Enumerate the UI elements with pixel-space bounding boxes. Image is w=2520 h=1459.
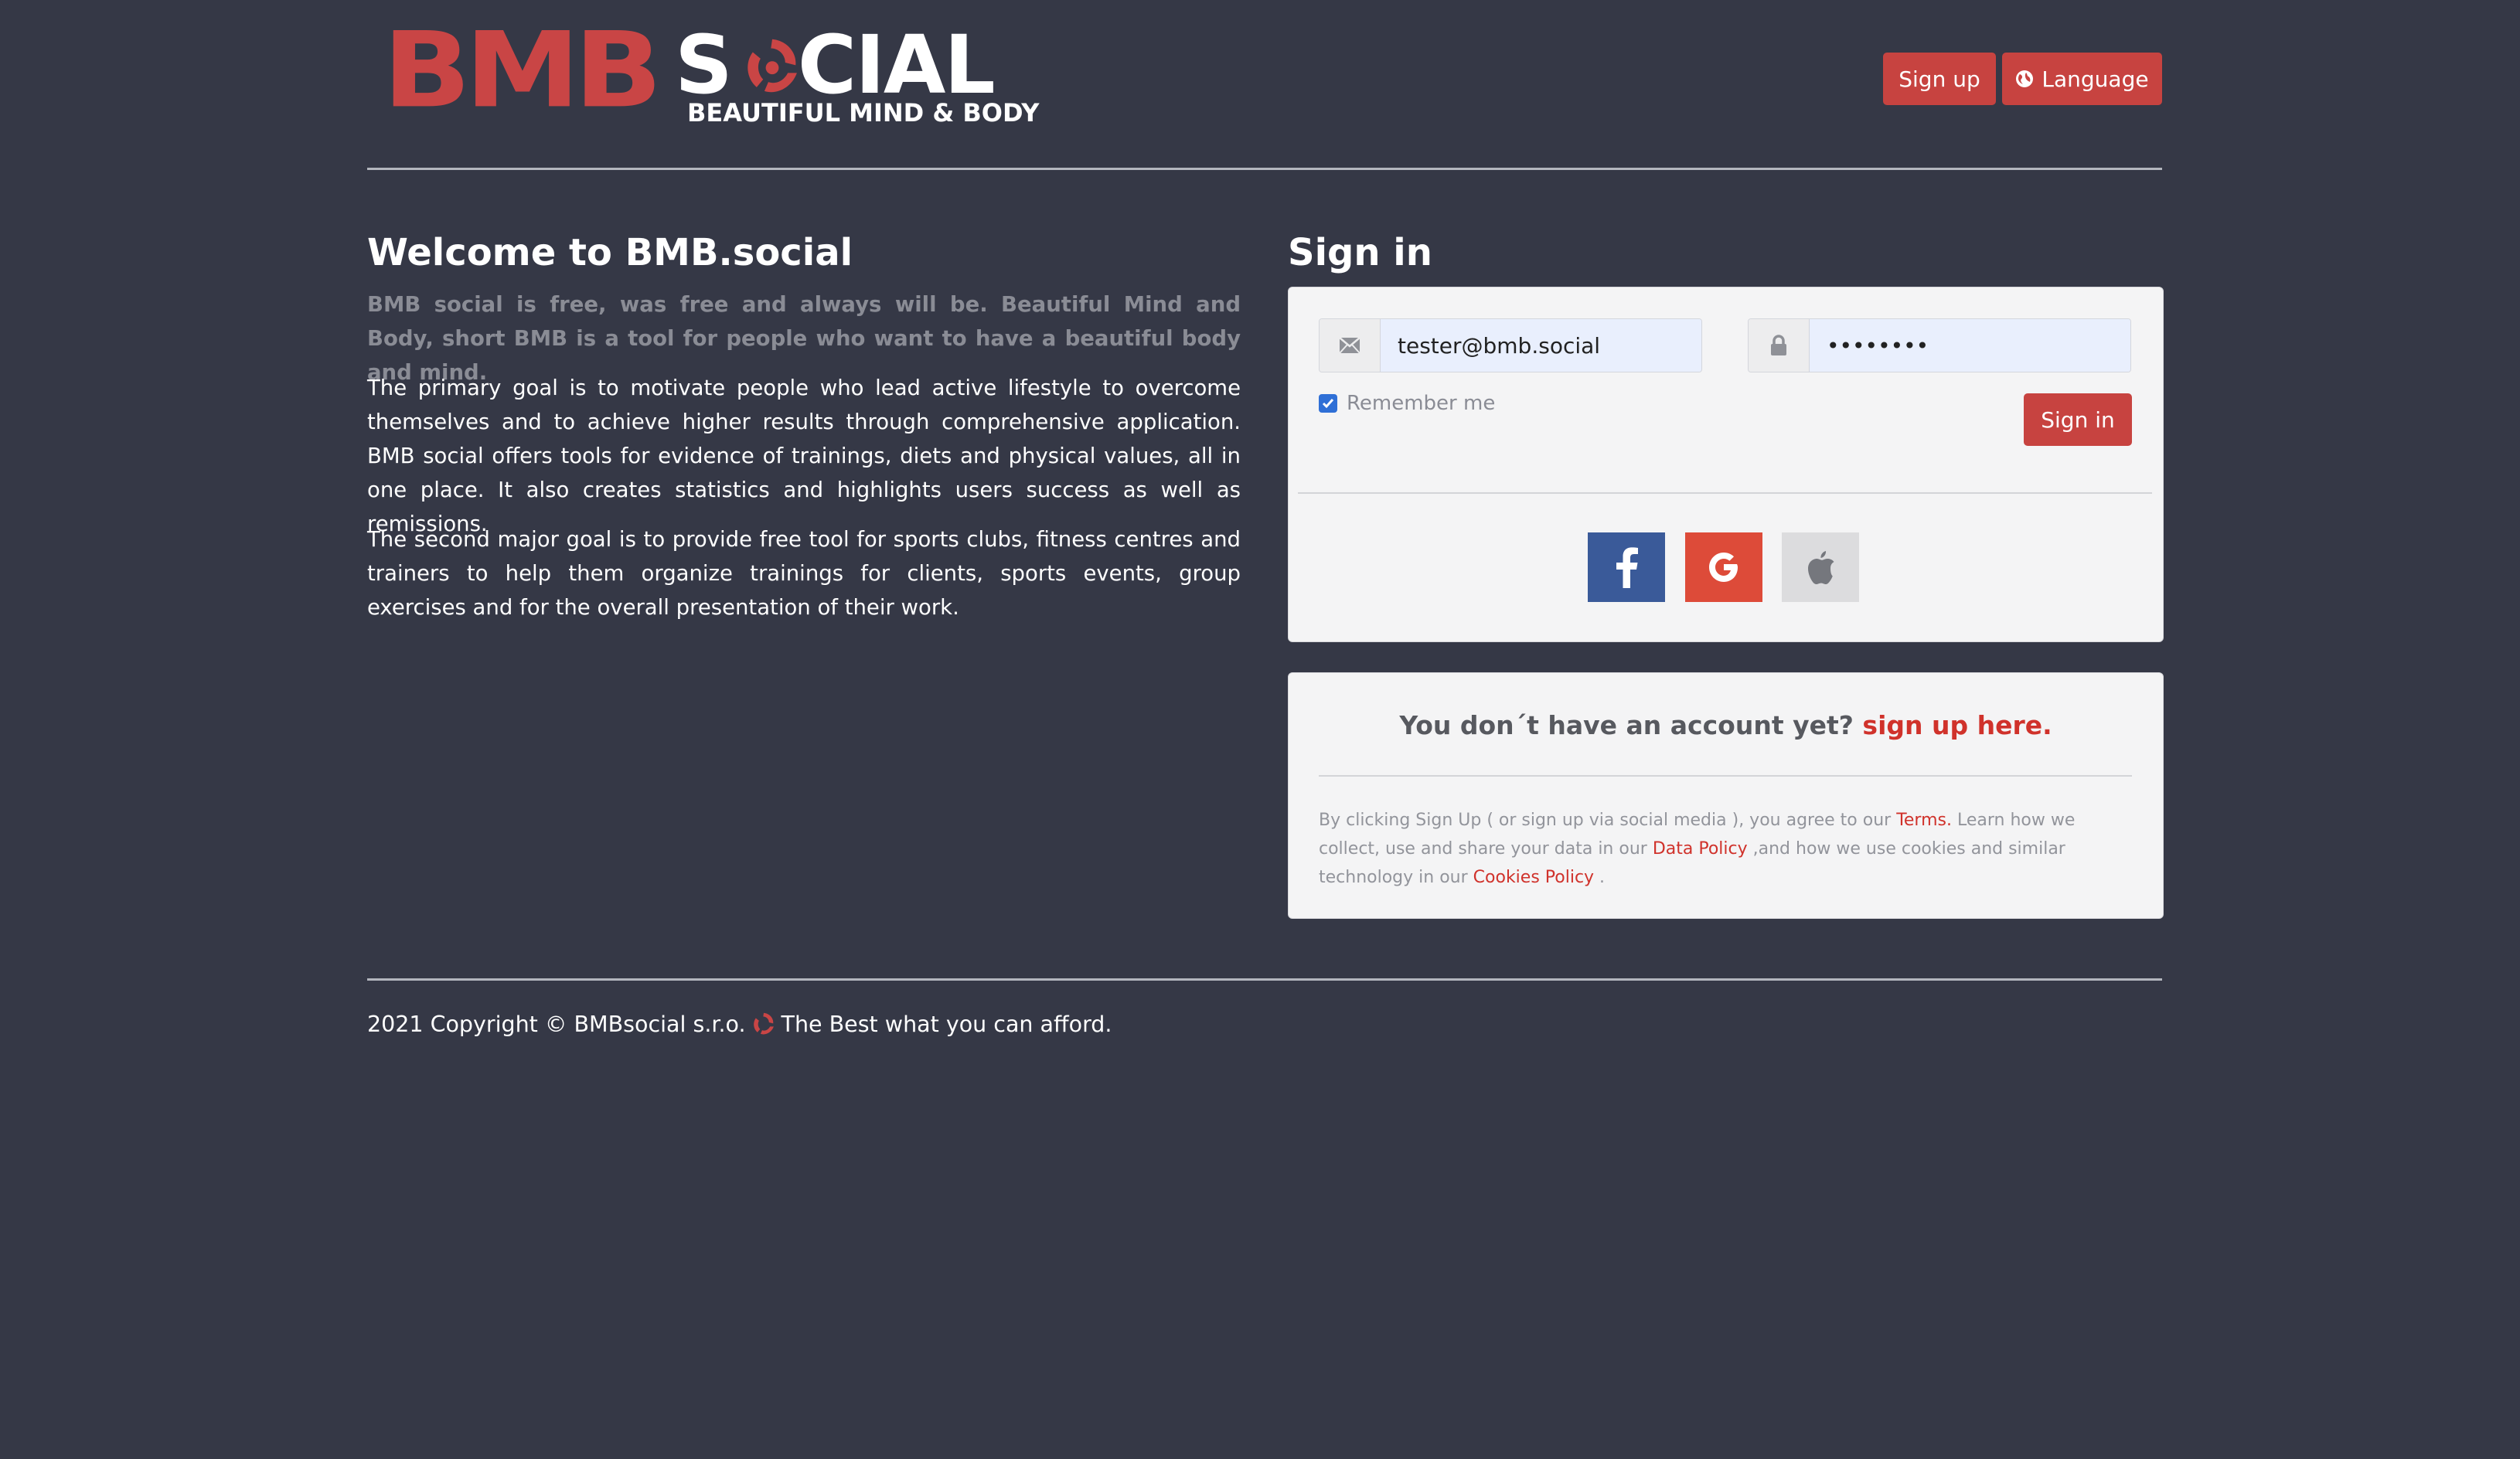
footer: 2021 Copyright © BMBsocial s.r.o. The Be… — [367, 1011, 1112, 1037]
apple-login-button[interactable] — [1782, 532, 1859, 602]
globe-icon — [2016, 70, 2034, 87]
signin-card: Remember me Sign in — [1288, 287, 2164, 642]
signin-title: Sign in — [1288, 231, 1432, 274]
envelope-icon — [1320, 319, 1381, 372]
legal-text-part-4: . — [1594, 868, 1606, 887]
password-field — [1748, 318, 2131, 372]
no-account-question: You don´t have an account yet? — [1399, 710, 1854, 740]
bmb-social-logo[interactable]: BMB S CIAL BEAUTIFUL MIND & BODY — [383, 18, 1039, 128]
email-input[interactable] — [1381, 319, 1701, 372]
signup-here-link[interactable]: sign up here. — [1862, 710, 2052, 740]
welcome-paragraph-1: The primary goal is to motivate people w… — [367, 376, 1241, 536]
welcome-paragraph-2: The second major goal is to provide free… — [367, 527, 1241, 620]
facebook-icon — [1616, 547, 1638, 588]
google-icon — [1709, 553, 1738, 582]
language-label: Language — [2042, 66, 2149, 92]
logo-swirl-icon — [747, 39, 797, 93]
cookies-policy-link[interactable]: Cookies Policy — [1473, 868, 1594, 887]
signin-divider — [1298, 492, 2152, 494]
checkbox-checked-icon[interactable] — [1319, 394, 1337, 413]
lock-icon — [1749, 319, 1810, 372]
facebook-login-button[interactable] — [1588, 532, 1665, 602]
email-field — [1319, 318, 1702, 372]
header-divider — [367, 168, 2162, 170]
google-login-button[interactable] — [1685, 532, 1762, 602]
logo-tagline: BEAUTIFUL MIND & BODY — [687, 98, 1040, 128]
footer-copyright: 2021 Copyright © BMBsocial s.r.o. — [367, 1011, 746, 1037]
legal-text-part-1: By clicking Sign Up ( or sign up via soc… — [1319, 811, 1897, 830]
legal-text: By clicking Sign Up ( or sign up via soc… — [1319, 806, 2138, 892]
data-policy-link[interactable]: Data Policy — [1653, 839, 1748, 859]
logo-bmb-text: BMB — [383, 10, 662, 131]
terms-link[interactable]: Terms. — [1896, 811, 1952, 830]
password-input[interactable] — [1810, 319, 2130, 372]
apple-icon — [1808, 551, 1834, 584]
remember-me-label: Remember me — [1347, 392, 1496, 415]
logo-social-text: S CIAL — [675, 18, 996, 112]
footer-slogan: The Best what you can afford. — [781, 1011, 1112, 1037]
signup-card: You don´t have an account yet? sign up h… — [1288, 672, 2164, 919]
footer-divider — [367, 978, 2162, 981]
signup-divider — [1319, 775, 2132, 777]
no-account-text: You don´t have an account yet? sign up h… — [1289, 710, 2163, 740]
header-signup-button[interactable]: Sign up — [1883, 53, 1996, 105]
bmb-swirl-icon — [753, 1012, 774, 1035]
welcome-title: Welcome to BMB.social — [367, 231, 853, 274]
language-button[interactable]: Language — [2002, 53, 2162, 105]
remember-me-checkbox[interactable]: Remember me — [1319, 392, 1495, 415]
signin-button[interactable]: Sign in — [2024, 393, 2132, 446]
